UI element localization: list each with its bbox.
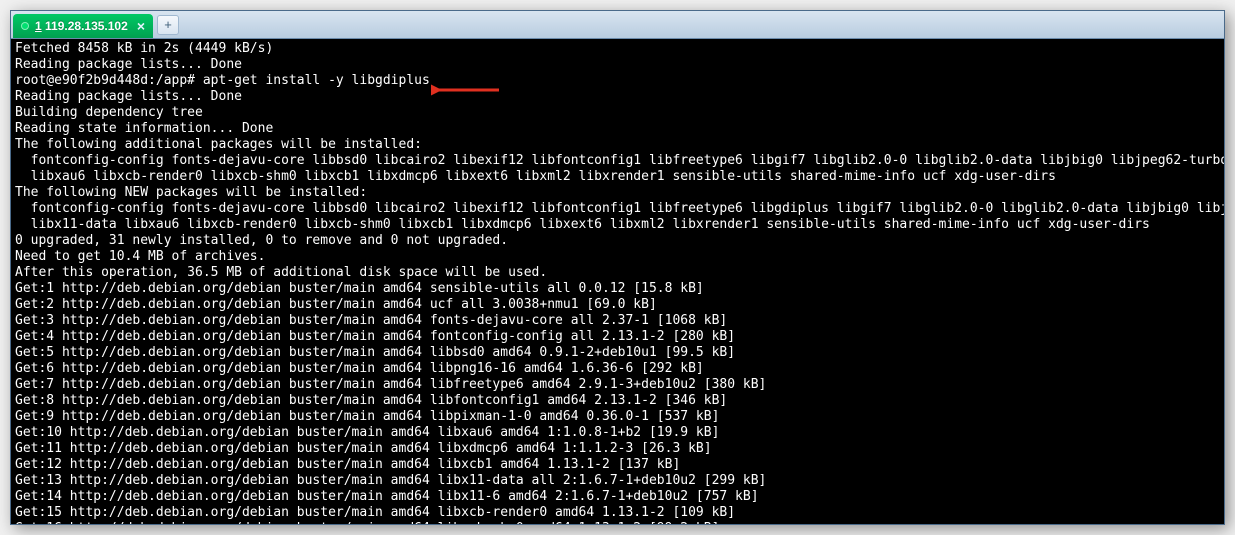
terminal-line: Get:15 http://deb.debian.org/debian bust… <box>15 505 1220 521</box>
terminal-line: 0 upgraded, 31 newly installed, 0 to rem… <box>15 233 1220 249</box>
terminal-line: The following additional packages will b… <box>15 137 1220 153</box>
terminal-line: libx11-data libxau6 libxcb-render0 libxc… <box>15 217 1220 233</box>
terminal-line: Get:5 http://deb.debian.org/debian buste… <box>15 345 1220 361</box>
terminal-line: After this operation, 36.5 MB of additio… <box>15 265 1220 281</box>
terminal-line: Get:11 http://deb.debian.org/debian bust… <box>15 441 1220 457</box>
terminal-line: Get:6 http://deb.debian.org/debian buste… <box>15 361 1220 377</box>
terminal-line: Get:12 http://deb.debian.org/debian bust… <box>15 457 1220 473</box>
terminal-line: fontconfig-config fonts-dejavu-core libb… <box>15 201 1220 217</box>
add-tab-button[interactable]: + <box>157 15 179 35</box>
terminal-line: Reading state information... Done <box>15 121 1220 137</box>
terminal-line: Get:2 http://deb.debian.org/debian buste… <box>15 297 1220 313</box>
terminal-line: Reading package lists... Done <box>15 89 1220 105</box>
tab-bar: 1 119.28.135.102 × + <box>11 11 1224 39</box>
terminal-line: fontconfig-config fonts-dejavu-core libb… <box>15 153 1220 169</box>
terminal-line: Building dependency tree <box>15 105 1220 121</box>
terminal-line: Get:13 http://deb.debian.org/debian bust… <box>15 473 1220 489</box>
terminal-line: Get:8 http://deb.debian.org/debian buste… <box>15 393 1220 409</box>
terminal-line: Get:7 http://deb.debian.org/debian buste… <box>15 377 1220 393</box>
status-indicator-icon <box>21 22 29 30</box>
terminal-line: Fetched 8458 kB in 2s (4449 kB/s) <box>15 41 1220 57</box>
terminal-window: 1 119.28.135.102 × + Fetched 8458 kB in … <box>10 10 1225 525</box>
terminal-line: libxau6 libxcb-render0 libxcb-shm0 libxc… <box>15 169 1220 185</box>
terminal-line: Get:9 http://deb.debian.org/debian buste… <box>15 409 1220 425</box>
terminal-line: Get:16 http://deb.debian.org/debian bust… <box>15 521 1220 525</box>
terminal-line: Reading package lists... Done <box>15 57 1220 73</box>
terminal-line: Need to get 10.4 MB of archives. <box>15 249 1220 265</box>
terminal-output[interactable]: Fetched 8458 kB in 2s (4449 kB/s)Reading… <box>11 39 1224 525</box>
close-icon[interactable]: × <box>137 19 145 33</box>
terminal-line: Get:14 http://deb.debian.org/debian bust… <box>15 489 1220 505</box>
terminal-line: Get:10 http://deb.debian.org/debian bust… <box>15 425 1220 441</box>
terminal-line: Get:4 http://deb.debian.org/debian buste… <box>15 329 1220 345</box>
terminal-line: Get:1 http://deb.debian.org/debian buste… <box>15 281 1220 297</box>
terminal-line: The following NEW packages will be insta… <box>15 185 1220 201</box>
terminal-line: root@e90f2b9d448d:/app# apt-get install … <box>15 73 1220 89</box>
session-tab[interactable]: 1 119.28.135.102 × <box>13 14 153 38</box>
tab-label: 1 119.28.135.102 <box>35 19 131 33</box>
terminal-line: Get:3 http://deb.debian.org/debian buste… <box>15 313 1220 329</box>
